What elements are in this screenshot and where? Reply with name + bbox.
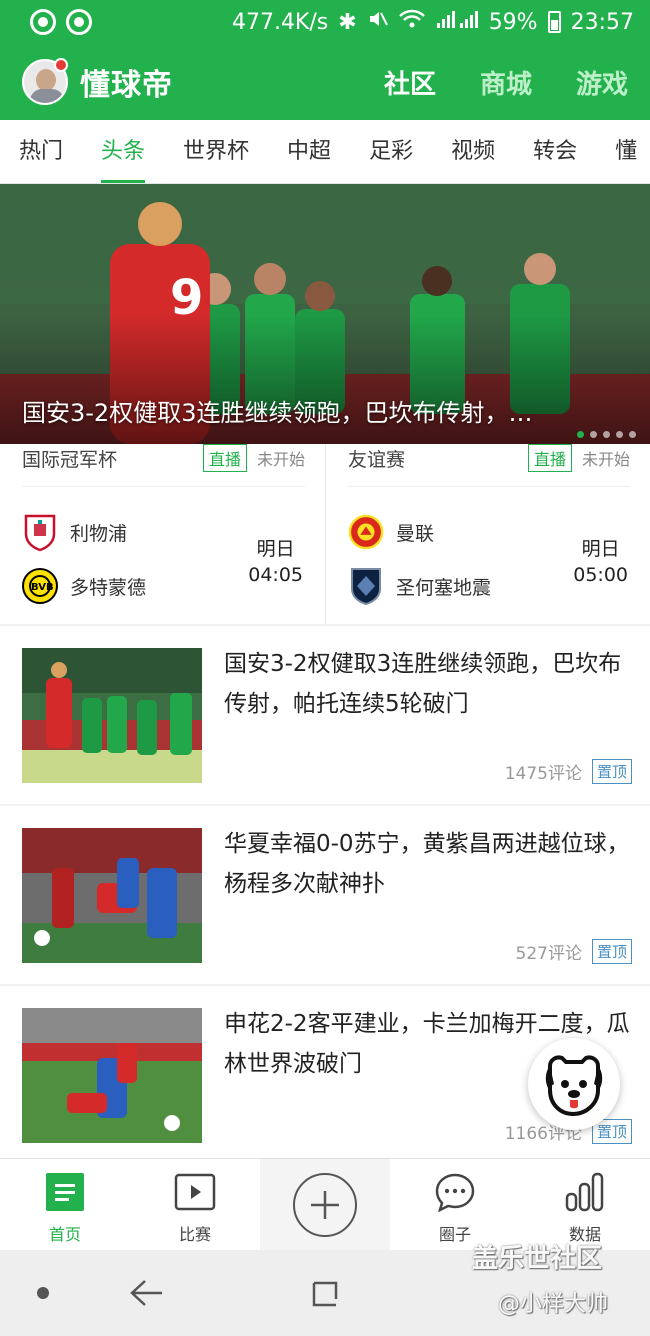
nav-post[interactable] — [260, 1159, 390, 1251]
header-tabs: 社区 商城 游戏 — [384, 64, 628, 101]
recents-icon[interactable] — [206, 1277, 446, 1309]
headline-banner[interactable]: 9 国安3-2权健取3连胜继续领跑，巴坎布传射，… — [0, 184, 650, 444]
battery-level: 59% — [488, 9, 538, 35]
banner-dot — [616, 431, 623, 438]
news-thumbnail — [22, 1008, 202, 1143]
comment-count: 1475评论 — [504, 764, 582, 784]
news-item[interactable]: 华夏幸福0-0苏宁，黄紫昌两进越位球，杨程多次献神扑 527评论 置顶 — [0, 806, 650, 984]
category-tab-worldcup[interactable]: 世界杯 — [183, 120, 249, 183]
category-tab-csl[interactable]: 中超 — [287, 120, 331, 183]
live-badge: 直播 — [202, 444, 247, 472]
news-title: 国安3-2权健取3连胜继续领跑，巴坎布传射，帕托连续5轮破门 — [224, 651, 622, 717]
network-speed: 477.4K/s — [231, 9, 329, 35]
play-icon — [174, 1171, 216, 1213]
pinned-badge: 置顶 — [591, 939, 632, 964]
kickoff-day: 明日 — [581, 538, 620, 560]
home-team: 曼联 — [348, 514, 434, 550]
team-name: 曼联 — [396, 522, 435, 545]
banner-dot — [577, 431, 584, 438]
app-notification-icon — [66, 9, 92, 35]
notification-icons — [30, 9, 92, 35]
sanjose-crest-icon — [348, 568, 384, 606]
category-tab-lottery[interactable]: 足彩 — [369, 120, 413, 183]
category-tabs: 热门 头条 世界杯 中超 足彩 视频 转会 懂 — [0, 120, 650, 184]
league-name: 国际冠军杯 — [22, 448, 118, 471]
news-title: 华夏幸福0-0苏宁，黄紫昌两进越位球，杨程多次献神扑 — [224, 831, 630, 897]
clock: 23:57 — [570, 9, 634, 35]
watermark-author: @小样大帅 — [498, 1292, 609, 1317]
kickoff-time: 明日 05:00 — [573, 536, 628, 588]
tab-community[interactable]: 社区 — [384, 64, 436, 101]
banner-caption: 国安3-2权健取3连胜继续领跑，巴坎布传射，… — [22, 399, 533, 427]
system-dot-button[interactable] — [0, 1286, 86, 1300]
match-status: 未开始 — [581, 450, 630, 469]
bluetooth-icon: ✱ — [338, 9, 357, 35]
wifi-icon — [398, 9, 425, 35]
away-team: 圣何塞地震 — [348, 568, 492, 606]
notification-badge — [54, 58, 68, 72]
live-badge: 直播 — [527, 444, 572, 472]
team-name: 利物浦 — [70, 522, 128, 545]
plus-icon — [293, 1173, 357, 1237]
category-tab-headlines[interactable]: 头条 — [101, 120, 146, 183]
category-tab-hot[interactable]: 热门 — [19, 120, 63, 183]
bottom-navigation: 首页 比赛 圈子 数据 — [0, 1158, 650, 1251]
banner-pagination — [577, 431, 636, 438]
kickoff-day: 明日 — [256, 538, 295, 560]
match-cards: 国际冠军杯 直播 未开始 利物浦 BVB 多特蒙德 明日 04:05 友谊赛 直… — [0, 444, 650, 624]
category-tab-more[interactable]: 懂 — [615, 120, 637, 183]
app-notification-icon — [30, 9, 56, 35]
nav-label: 比赛 — [178, 1225, 211, 1244]
news-item[interactable]: 国安3-2权健取3连胜继续领跑，巴坎布传射，帕托连续5轮破门 1475评论 置顶 — [0, 626, 650, 804]
dortmund-crest-icon: BVB — [22, 568, 58, 604]
match-card[interactable]: 友谊赛 直播 未开始 曼联 圣何塞地震 明日 05:00 — [325, 444, 650, 624]
news-thumbnail — [22, 648, 202, 783]
kickoff-time: 明日 04:05 — [248, 536, 303, 588]
liverpool-crest-icon — [22, 514, 58, 552]
battery-icon — [547, 11, 561, 33]
svg-text:BVB: BVB — [31, 582, 54, 593]
nav-matches[interactable]: 比赛 — [130, 1159, 260, 1251]
pinned-badge: 置顶 — [591, 759, 632, 784]
nav-label: 圈子 — [438, 1225, 471, 1244]
team-name: 圣何塞地震 — [396, 576, 492, 599]
category-tab-video[interactable]: 视频 — [451, 120, 495, 183]
nav-label: 首页 — [48, 1225, 81, 1244]
banner-dot — [590, 431, 597, 438]
tab-games[interactable]: 游戏 — [576, 64, 628, 101]
news-thumbnail — [22, 828, 202, 963]
match-card[interactable]: 国际冠军杯 直播 未开始 利物浦 BVB 多特蒙德 明日 04:05 — [0, 444, 325, 624]
tab-mall[interactable]: 商城 — [480, 64, 532, 101]
back-arrow-icon[interactable] — [86, 1278, 206, 1308]
signal-icon — [435, 9, 479, 35]
banner-dot — [603, 431, 610, 438]
kickoff-clock: 05:00 — [573, 564, 628, 586]
comment-count: 527评论 — [515, 944, 582, 964]
mute-icon — [367, 8, 389, 36]
match-status: 未开始 — [256, 450, 305, 469]
nav-home[interactable]: 首页 — [0, 1159, 130, 1251]
floating-mascot-button[interactable] — [528, 1038, 620, 1130]
banner-dot — [629, 431, 636, 438]
home-icon — [44, 1171, 86, 1213]
bar-chart-icon — [564, 1171, 606, 1213]
league-name: 友谊赛 — [348, 448, 406, 471]
kickoff-clock: 04:05 — [248, 564, 303, 586]
category-tab-transfer[interactable]: 转会 — [533, 120, 577, 183]
home-team: 利物浦 — [22, 514, 128, 552]
status-bar: 477.4K/s ✱ 59% 23:57 — [0, 0, 650, 44]
manutd-crest-icon — [348, 514, 384, 550]
dog-mascot-icon — [545, 1055, 603, 1117]
app-logo: 懂球帝 — [80, 68, 173, 103]
watermark-community: 盖乐世社区 — [472, 1244, 603, 1274]
chat-icon — [434, 1171, 476, 1213]
away-team: BVB 多特蒙德 — [22, 568, 146, 604]
team-name: 多特蒙德 — [70, 576, 147, 599]
app-header: 懂球帝 社区 商城 游戏 — [0, 44, 650, 120]
